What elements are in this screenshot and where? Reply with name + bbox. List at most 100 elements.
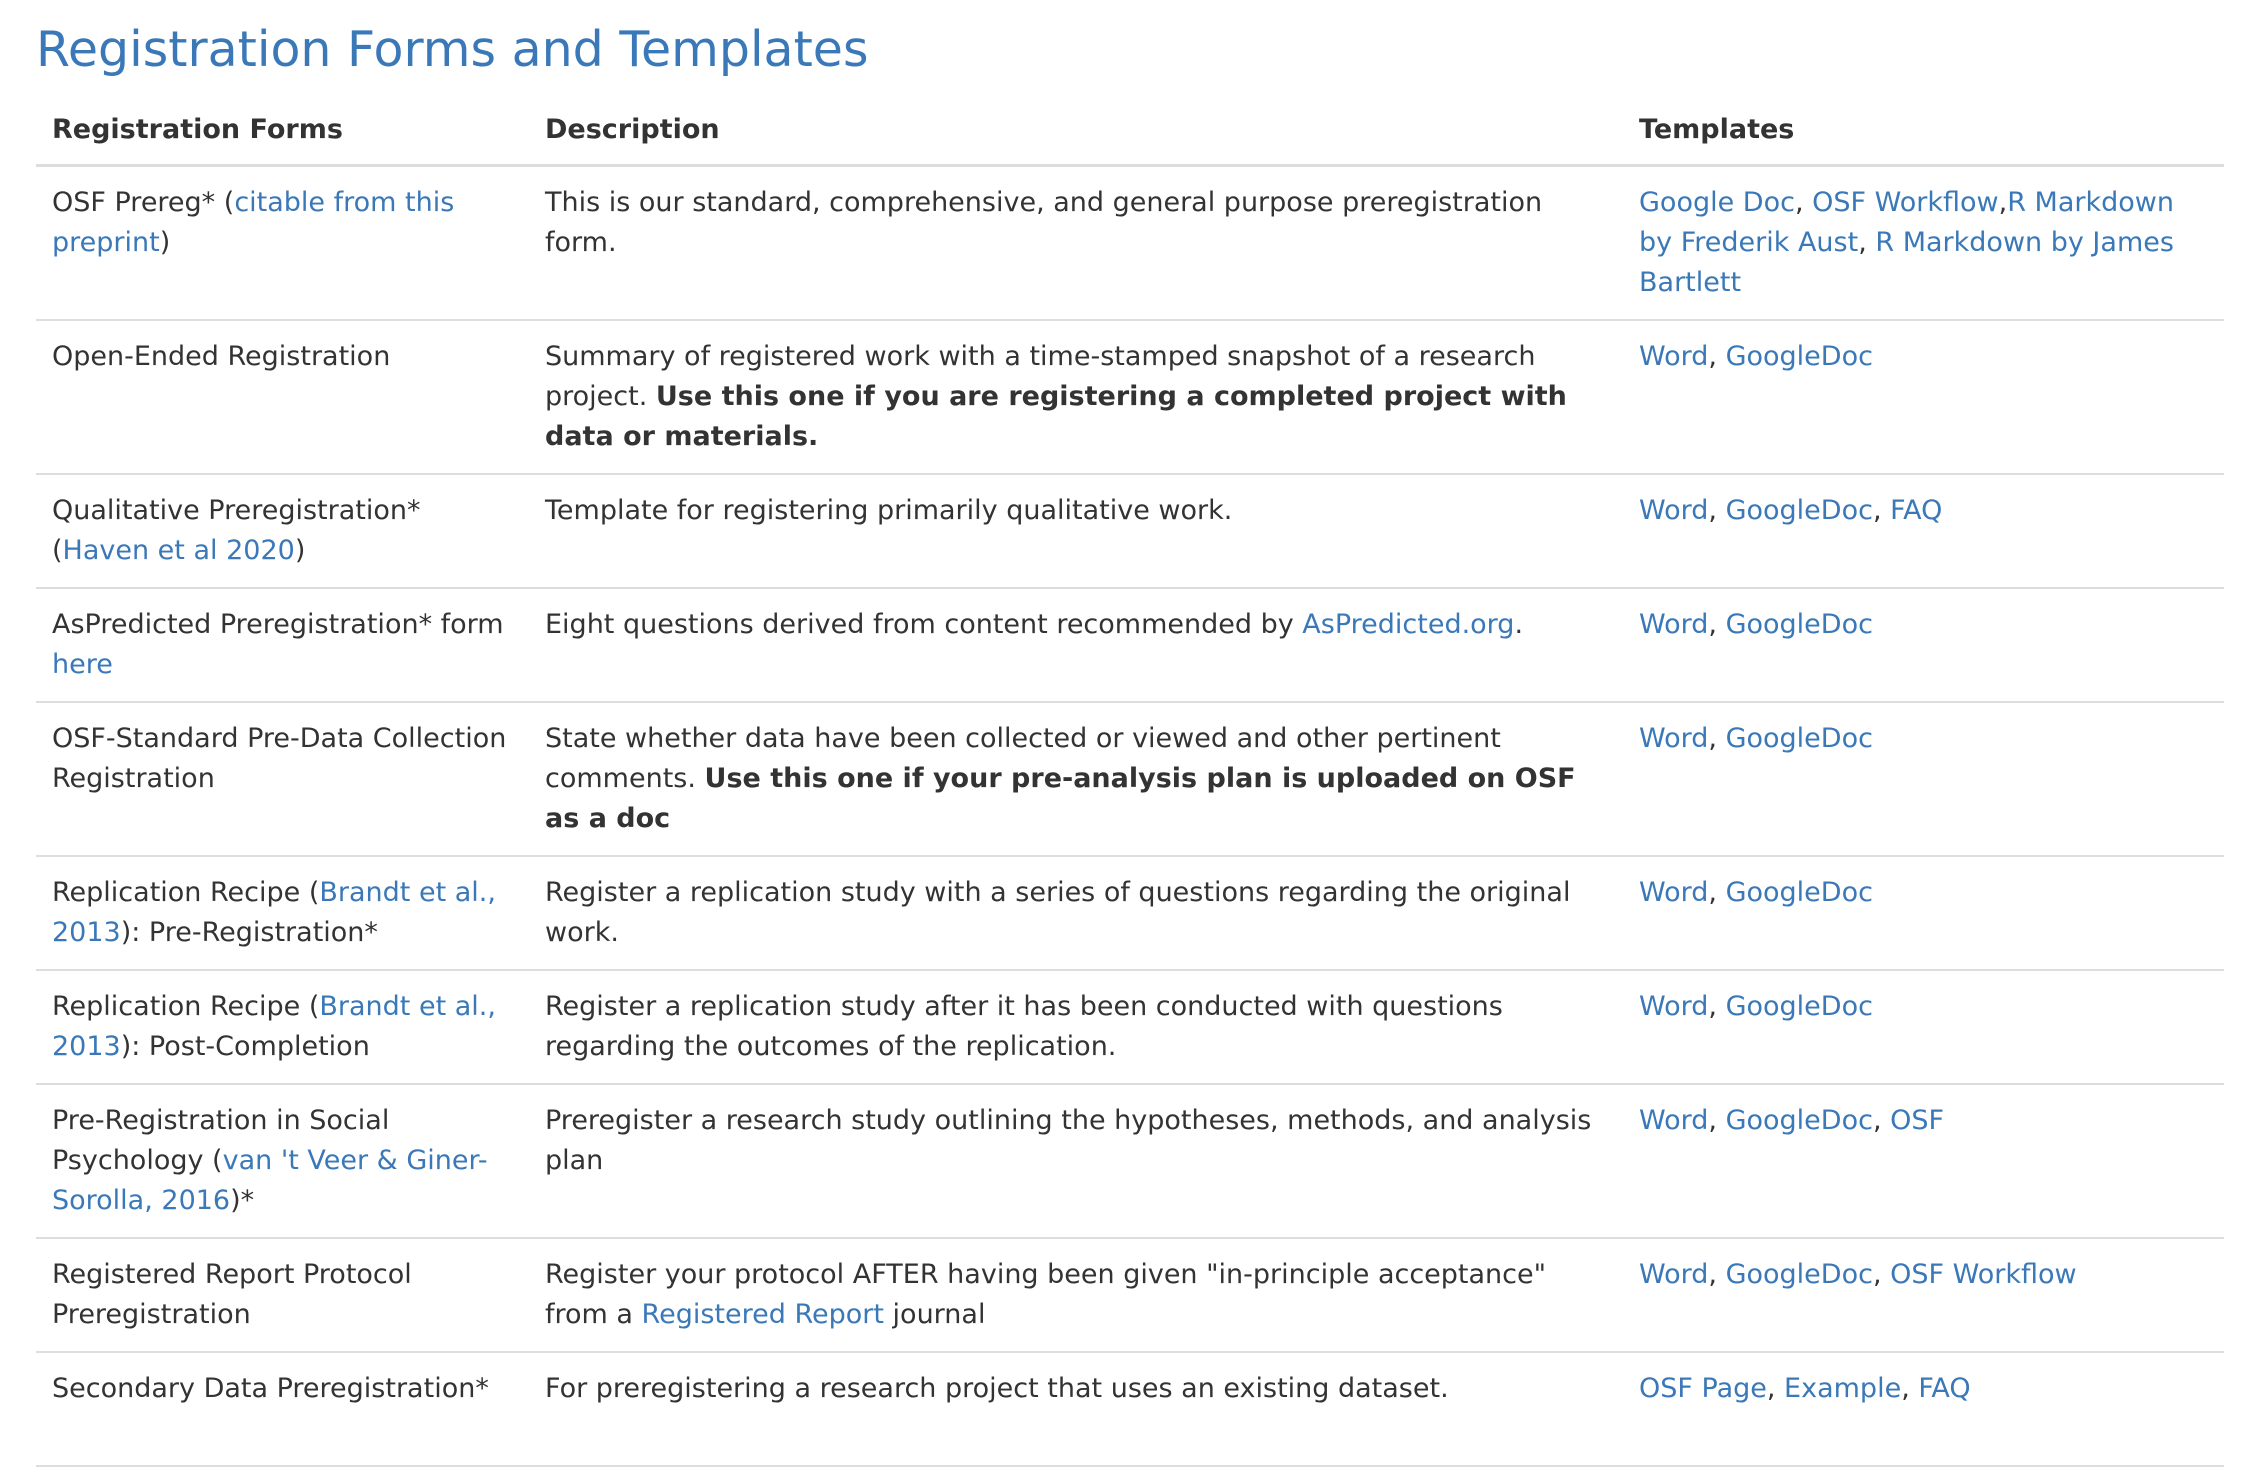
link[interactable]: GoogleDoc (1726, 877, 1873, 908)
text: ) (294, 535, 306, 566)
form-name-cell: AsPredicted Preregistration* form here (36, 587, 529, 702)
description-cell: Eight questions derived from content rec… (529, 587, 1623, 702)
table-row: OSF-Standard Pre-Data Collection Registr… (36, 701, 2224, 856)
text: . (1514, 609, 1524, 640)
text: ) (159, 227, 171, 258)
text: , (1872, 1259, 1891, 1290)
text: Registered Report Protocol Preregistrati… (52, 1259, 412, 1330)
link[interactable]: Word (1639, 1259, 1708, 1290)
link[interactable]: GoogleDoc (1726, 341, 1873, 372)
description-cell: This is our standard, comprehensive, and… (529, 164, 1623, 320)
link[interactable]: Word (1639, 877, 1708, 908)
description-cell: Register your protocol AFTER having been… (529, 1237, 1623, 1352)
text: Eight questions derived from content rec… (545, 609, 1303, 640)
text: ): Post-Completion (120, 1031, 370, 1062)
description-cell: State whether data have been collected o… (529, 701, 1623, 856)
form-name-cell: Open-Ended Registration (36, 319, 529, 474)
link[interactable]: OSF Workflow (1812, 187, 1998, 218)
text: , (1794, 187, 1813, 218)
text: Replication Recipe ( (52, 877, 320, 908)
table-row: Pre-Registration in Social Psychology (v… (36, 1083, 2224, 1238)
text: , (1708, 341, 1726, 372)
form-name-cell: Replication Recipe (Brandt et al., 2013)… (36, 855, 529, 970)
text: Open-Ended Registration (52, 341, 391, 372)
templates-cell: OSF Page, Example, FAQ (1623, 1351, 2224, 1467)
link[interactable]: GoogleDoc (1726, 609, 1873, 640)
text: , (1708, 723, 1726, 754)
table-row: Replication Recipe (Brandt et al., 2013)… (36, 969, 2224, 1084)
form-name-cell: Registered Report Protocol Preregistrati… (36, 1237, 529, 1352)
table-row: Open-Ended Registration Summary of regist… (36, 319, 2224, 474)
link[interactable]: Word (1639, 723, 1708, 754)
text: journal (883, 1299, 986, 1330)
table-row: Replication Recipe (Brandt et al., 2013)… (36, 855, 2224, 970)
link[interactable]: GoogleDoc (1726, 1259, 1873, 1290)
text: , (1708, 991, 1726, 1022)
link[interactable]: Example (1784, 1373, 1901, 1404)
link[interactable]: Word (1639, 495, 1708, 526)
form-name-cell: OSF-Standard Pre-Data Collection Registr… (36, 701, 529, 856)
text: , (1998, 187, 2008, 218)
templates-cell: Word, GoogleDoc (1623, 855, 2224, 970)
text: OSF-Standard Pre-Data Collection Registr… (52, 723, 507, 794)
text: , (1858, 227, 1876, 258)
text: Preregister a research study outlining t… (545, 1105, 1592, 1176)
form-name-cell: Qualitative Preregistration* (Haven et a… (36, 473, 529, 588)
column-header-registration-forms: Registration Forms (36, 96, 529, 167)
link[interactable]: GoogleDoc (1726, 495, 1873, 526)
text: For preregistering a research project th… (545, 1373, 1449, 1404)
link[interactable]: Word (1639, 991, 1708, 1022)
text: , (1708, 877, 1726, 908)
link[interactable]: FAQ (1890, 495, 1942, 526)
description-cell: Summary of registered work with a time-s… (529, 319, 1623, 474)
text: , (1708, 495, 1726, 526)
form-name-cell: Pre-Registration in Social Psychology (v… (36, 1083, 529, 1238)
link[interactable]: AsPredicted.org (1302, 609, 1514, 640)
text: )* (230, 1185, 255, 1216)
text: , (1708, 1105, 1726, 1136)
templates-cell: Word, GoogleDoc (1623, 319, 2224, 474)
page: Registration Forms and Templates Registr… (0, 0, 2258, 1467)
emphasis-text: Use this one if you are registering a co… (545, 381, 1567, 452)
templates-cell: Word, GoogleDoc, OSF Workflow (1623, 1237, 2224, 1352)
templates-cell: Word, GoogleDoc, FAQ (1623, 473, 2224, 588)
table-row: Secondary Data Preregistration* For prere… (36, 1351, 2224, 1467)
link[interactable]: GoogleDoc (1726, 991, 1873, 1022)
form-name-cell: OSF Prereg* (citable from this preprint) (36, 164, 529, 320)
text: This is our standard, comprehensive, and… (545, 187, 1543, 258)
text: , (1872, 495, 1891, 526)
link[interactable]: OSF Workflow (1890, 1259, 2076, 1290)
text: Template for registering primarily quali… (545, 495, 1233, 526)
form-name-cell: Secondary Data Preregistration* (36, 1351, 529, 1467)
link[interactable]: GoogleDoc (1726, 723, 1873, 754)
link[interactable]: GoogleDoc (1726, 1105, 1873, 1136)
table-row: Registered Report Protocol Preregistrati… (36, 1237, 2224, 1352)
page-title: Registration Forms and Templates (36, 21, 869, 78)
text: ): Pre-Registration* (120, 917, 378, 948)
text: OSF Prereg* ( (52, 187, 235, 218)
text: , (1708, 1259, 1726, 1290)
link[interactable]: Registered Report (642, 1299, 884, 1330)
link[interactable]: Google Doc (1639, 187, 1795, 218)
text: Register a replication study after it ha… (545, 991, 1503, 1062)
text: Replication Recipe ( (52, 991, 320, 1022)
table-body: OSF Prereg* (citable from this preprint)… (36, 164, 2224, 1467)
link[interactable]: OSF Page (1639, 1373, 1767, 1404)
description-cell: Template for registering primarily quali… (529, 473, 1623, 588)
description-cell: Register a replication study with a seri… (529, 855, 1623, 970)
link[interactable]: Word (1639, 341, 1708, 372)
link[interactable]: FAQ (1918, 1373, 1970, 1404)
form-name-cell: Replication Recipe (Brandt et al., 2013)… (36, 969, 529, 1084)
description-cell: For preregistering a research project th… (529, 1351, 1623, 1467)
link[interactable]: here (52, 649, 113, 680)
table-row: AsPredicted Preregistration* form here Ei… (36, 587, 2224, 702)
text: AsPredicted Preregistration* form (52, 609, 504, 640)
templates-cell: Google Doc, OSF Workflow,R Markdown by F… (1623, 164, 2224, 320)
link[interactable]: Haven et al 2020 (63, 535, 295, 566)
link[interactable]: OSF (1890, 1105, 1944, 1136)
link[interactable]: Word (1639, 1105, 1708, 1136)
text: , (1872, 1105, 1891, 1136)
description-cell: Preregister a research study outlining t… (529, 1083, 1623, 1238)
registration-forms-table: Registration Forms Description Templates… (36, 96, 2224, 1467)
link[interactable]: Word (1639, 609, 1708, 640)
